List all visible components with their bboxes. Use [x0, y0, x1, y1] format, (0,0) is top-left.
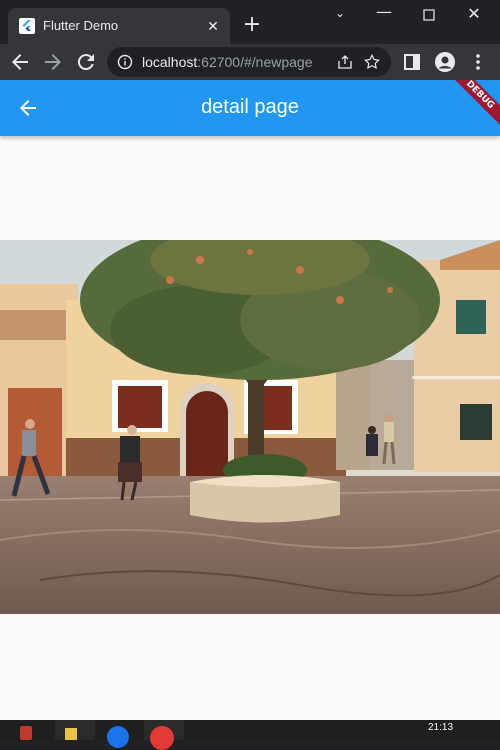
maximize-icon[interactable] [414, 6, 444, 30]
reload-icon[interactable] [74, 50, 98, 74]
tab-strip: Flutter Demo ✕ + ⌄ — ✕ [0, 0, 500, 44]
tab-title: Flutter Demo [43, 18, 119, 33]
star-icon[interactable] [363, 53, 381, 71]
arrow-right-icon[interactable] [41, 50, 65, 74]
village-square-photo [0, 240, 500, 614]
arrow-left-icon[interactable] [8, 50, 32, 74]
taskbar: 21:13 [0, 720, 500, 750]
app-bar: detail page DEBUG [0, 80, 500, 136]
chrome-icon[interactable] [150, 726, 174, 750]
minimize-icon[interactable]: — [369, 2, 399, 26]
url-host: localhost [142, 54, 198, 70]
flutter-logo-icon [19, 18, 35, 34]
folder-icon[interactable] [65, 728, 77, 740]
url-text[interactable]: localhost:62700/#/newpage [142, 54, 312, 70]
close-window-icon[interactable]: ✕ [459, 4, 489, 28]
side-panel-icon[interactable] [400, 50, 424, 74]
url-path: :62700/#/newpage [197, 54, 313, 70]
address-bar[interactable]: localhost:62700/#/newpage [107, 47, 391, 77]
share-icon[interactable] [337, 54, 353, 70]
app-icon[interactable] [20, 726, 32, 740]
close-icon[interactable]: ✕ [204, 17, 222, 35]
info-icon[interactable] [117, 54, 133, 70]
browser-toolbar: localhost:62700/#/newpage [0, 44, 500, 80]
app-icon[interactable] [107, 726, 129, 748]
chevron-down-icon[interactable]: ⌄ [325, 6, 355, 30]
profile-icon[interactable] [433, 50, 457, 74]
kebab-menu-icon[interactable] [466, 50, 490, 74]
browser-tab[interactable]: Flutter Demo ✕ [8, 8, 230, 44]
plus-icon[interactable]: + [240, 14, 264, 38]
clock: 21:13 [428, 722, 454, 733]
page-title: detail page [201, 96, 299, 118]
page-viewport: detail page DEBUG [0, 80, 500, 720]
